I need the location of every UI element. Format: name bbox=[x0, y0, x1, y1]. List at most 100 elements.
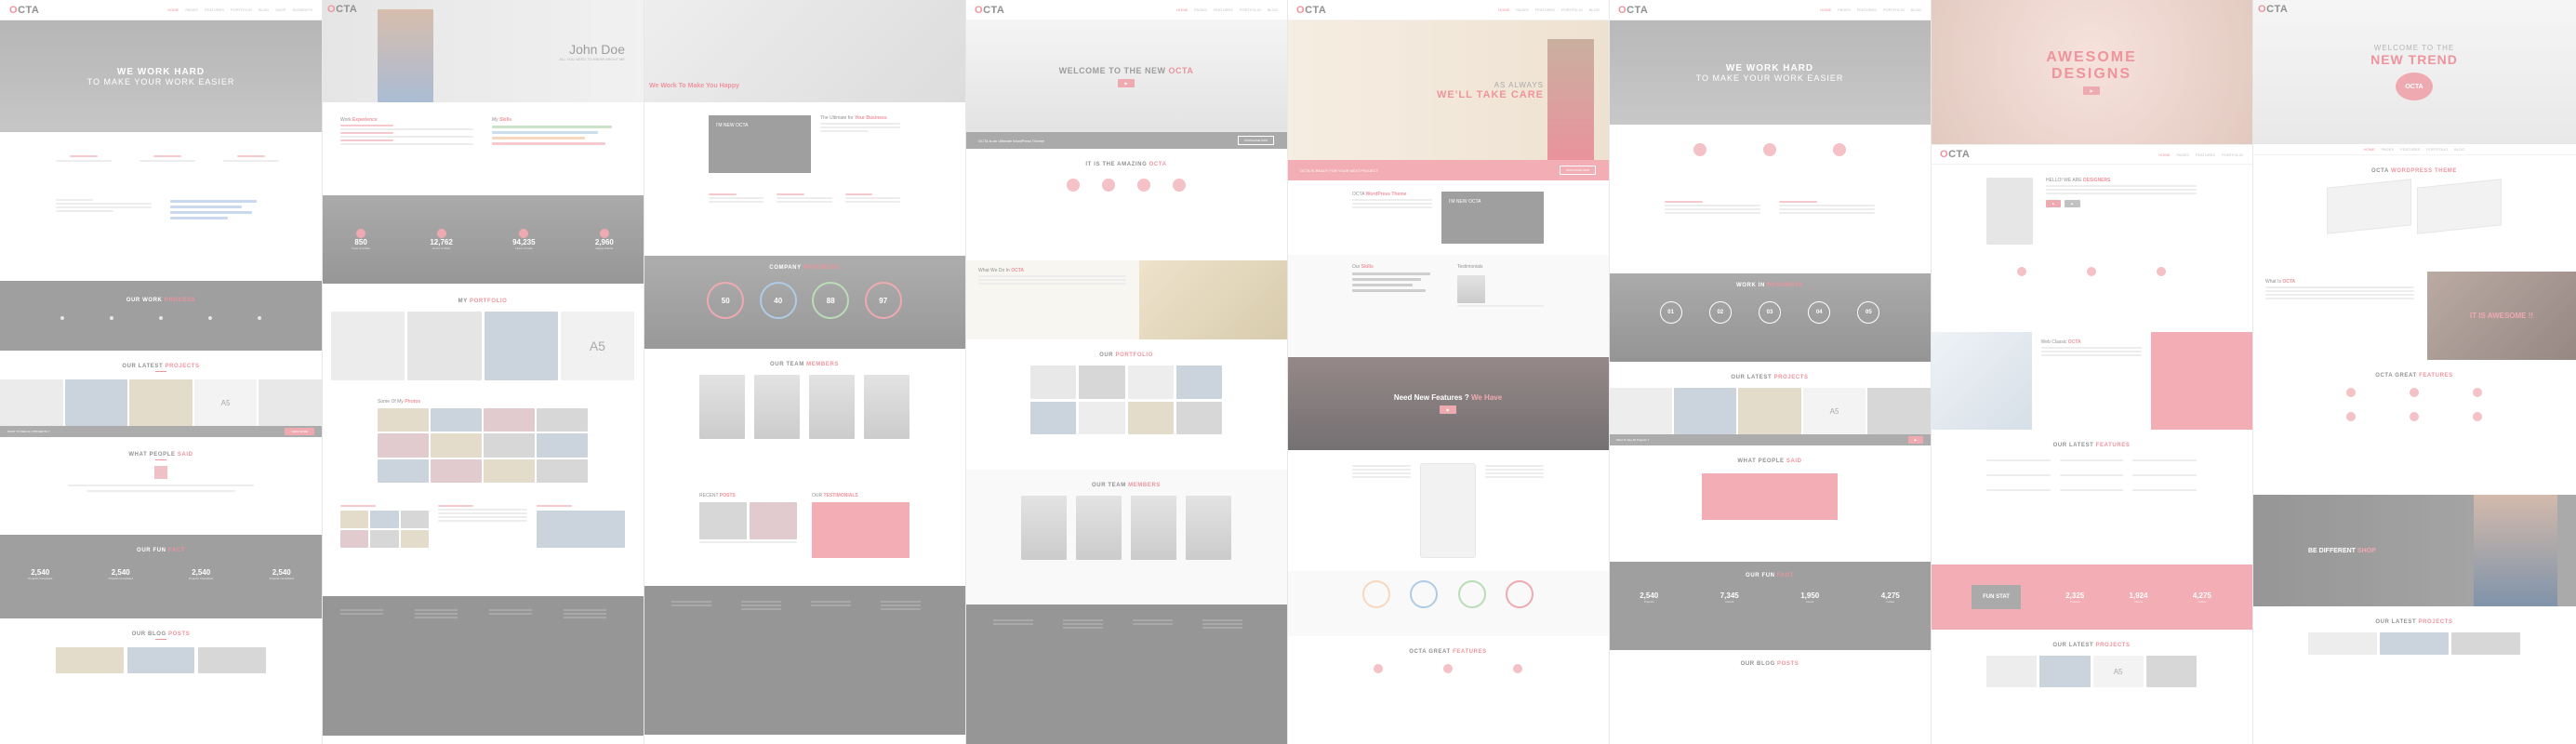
blog-section: OUR BLOG POSTS bbox=[1740, 661, 1799, 667]
hero-title: WE WORK HARD bbox=[116, 66, 206, 77]
nav-item-home[interactable]: Home bbox=[167, 7, 179, 12]
skills-contact bbox=[1609, 190, 1931, 273]
team-section: OUR TEAM MEMBERS bbox=[644, 349, 965, 484]
blog-widgets bbox=[322, 494, 644, 596]
intro-section: I'M NEW OCTA The Ultimate for Your Busin… bbox=[644, 102, 965, 186]
new-octa-badge: I'M NEW OCTA bbox=[709, 115, 811, 173]
team-section: OUR TEAM MEMBERS bbox=[965, 470, 1287, 604]
purchase-button[interactable]: PURCHASE NOW bbox=[1238, 136, 1274, 145]
hero-banner: WE WORK HARD TO MAKE YOUR WORK EASIER bbox=[1609, 20, 1931, 125]
stats-section: 850 Cups of Coffee 12,762 Hours of Work 94… bbox=[322, 195, 644, 284]
hero-banner: AWESOME DESIGNS ▶ bbox=[1931, 0, 2252, 144]
services bbox=[1609, 125, 1931, 190]
great-features: OCTA GREAT FEATURES bbox=[2252, 360, 2576, 495]
profile-tagline: ALL YOU NEED TO KNOW ABOUT ME bbox=[559, 56, 625, 61]
projects-section: OUR LATEST PROJECTS A5 WANT TO SEE ALL P… bbox=[0, 351, 322, 437]
hero-button[interactable]: ▶ bbox=[1118, 78, 1135, 87]
profile-hero: OCTA John Doe ALL YOU NEED TO KNOW ABOUT… bbox=[322, 0, 644, 102]
ready-banner: OCTA IS READY FOR YOUR NEXT PROJECT PURC… bbox=[1287, 160, 1609, 180]
site-header: OCTA Home Pages Features Portfolio Blog bbox=[1287, 0, 1609, 20]
hello-section: HELLO! WE ARE DESIGNERS ▶ ▶ bbox=[1931, 165, 2252, 258]
what-we-do: What We Do In OCTA bbox=[965, 260, 1287, 339]
progress-section: COMPANY PROGRESS 50 40 88 97 bbox=[644, 256, 965, 349]
progress-ring-4: 97 bbox=[864, 282, 902, 319]
experience-skills: Work Experience My Skills bbox=[322, 102, 644, 195]
progress-ring-1: 50 bbox=[707, 282, 745, 319]
latest-projects: OUR LATEST PROJECTS bbox=[2252, 606, 2576, 662]
hero-banner: AS ALWAYS WE'LL TAKE CARE bbox=[1287, 20, 1609, 160]
cta-text: WANT TO SEE ALL PROJECTS ? bbox=[7, 430, 50, 433]
hero-banner: WE WORK HARD TO MAKE YOUR WORK EASIER bbox=[0, 20, 322, 132]
amazing-section: IT IS THE AMAZING OCTA bbox=[965, 149, 1287, 260]
funfact-section: OUR FUN FACT 2,540 Projects 7,345 Clients … bbox=[1609, 562, 1931, 650]
progress-ring-2: 40 bbox=[759, 282, 797, 319]
layout-preview-7[interactable]: AWESOME DESIGNS ▶ OCTA Home Pages Features… bbox=[1931, 0, 2252, 744]
layout-preview-5[interactable]: OCTA Home Pages Features Portfolio Blog AS A… bbox=[1287, 0, 1609, 744]
footer bbox=[644, 586, 965, 735]
site-header: OCTA Home Pages Features Portfolio Blog bbox=[965, 0, 1287, 20]
be-different: BE DIFFERENT SHOP bbox=[2252, 495, 2576, 606]
great-features: OCTA GREAT FEATURES bbox=[1287, 636, 1609, 683]
site-header: OCTA Home Pages Features Portfolio Blog … bbox=[0, 0, 322, 20]
nav-item-elements[interactable]: Elements bbox=[292, 7, 312, 12]
portfolio-section: OUR PORTFOLIO bbox=[965, 339, 1287, 470]
layout-preview-1[interactable]: OCTA Home Pages Features Portfolio Blog … bbox=[0, 0, 322, 744]
latest-features: OUR LATEST FEATURES bbox=[1931, 430, 2252, 565]
features-cta: Need New Features ? We Have ▶ bbox=[1287, 357, 1609, 450]
model-photo bbox=[2474, 495, 2557, 606]
hero-banner: We Work To Make You Happy bbox=[644, 0, 965, 102]
photos-section: Some Of My Photos bbox=[322, 388, 644, 494]
work-process-section: OUR WORK PROCESS bbox=[0, 281, 322, 351]
what-is-octa: What Is OCTA IT IS AWESOME !! bbox=[2252, 272, 2576, 360]
blog-section: OUR BLOG POSTS bbox=[0, 618, 322, 679]
projects-section: OUR LATEST PROJECTS A5 Want To See All P… bbox=[1609, 362, 1931, 445]
layout-preview-4[interactable]: OCTA Home Pages Features Portfolio Blog WELC… bbox=[965, 0, 1287, 744]
skills-testimonials: Our Skills Testimonials bbox=[1287, 255, 1609, 357]
icon-row bbox=[1931, 258, 2252, 332]
layout-preview-8[interactable]: OCTA WELCOME TO THE NEW TREND OCTA Home P… bbox=[2252, 0, 2576, 744]
service-icons bbox=[0, 132, 322, 188]
testimonial-section: WHAT PEOPLE SAID bbox=[0, 437, 322, 535]
features-list bbox=[1287, 450, 1609, 571]
wp-theme-section: OCTA WordPress Theme I'M NEW OCTA bbox=[1287, 180, 1609, 255]
progress-rings bbox=[1287, 571, 1609, 636]
features-row bbox=[644, 186, 965, 256]
hero-title: We Work To Make You Happy bbox=[649, 83, 739, 89]
skills-block bbox=[0, 188, 322, 281]
layout-preview-6[interactable]: OCTA Home Pages Features Portfolio Blog WE W… bbox=[1609, 0, 1931, 744]
process-section: WORK IN PROGRESS 01 02 03 04 05 bbox=[1609, 273, 1931, 362]
nav-item-features[interactable]: Features bbox=[205, 7, 224, 12]
profile-photo bbox=[378, 9, 433, 102]
site-header: OCTA Home Pages Features Portfolio Blog bbox=[1609, 0, 1931, 20]
hero-subtitle: TO MAKE YOUR WORK EASIER bbox=[86, 76, 235, 86]
portfolio-section: MY PORTFOLIO A5 bbox=[322, 284, 644, 388]
nav-item-portfolio[interactable]: Portfolio bbox=[231, 7, 252, 12]
progress-ring-3: 88 bbox=[812, 282, 850, 319]
hero-banner: OCTA WELCOME TO THE NEW TREND OCTA bbox=[2252, 0, 2576, 144]
web-classic: Web Classic OCTA bbox=[1931, 332, 2252, 430]
view-more-button[interactable]: VIEW MORE bbox=[285, 428, 314, 435]
nav-item-pages[interactable]: Pages bbox=[185, 7, 198, 12]
nav-item-shop[interactable]: Shop bbox=[275, 7, 285, 12]
model-photo bbox=[1547, 39, 1594, 160]
layout-preview-2[interactable]: OCTA John Doe ALL YOU NEED TO KNOW ABOUT… bbox=[322, 0, 644, 744]
footer bbox=[322, 596, 644, 736]
main-nav: Home Pages Features Portfolio Blog Shop … bbox=[167, 7, 312, 12]
hero-title: WELCOME TO THE NEW bbox=[1058, 65, 1166, 75]
purchase-button[interactable]: PURCHASE NOW bbox=[1560, 166, 1596, 175]
site-header: OCTA Home Pages Features Portfolio bbox=[1931, 144, 2252, 165]
posts-testimonials: RECENT POSTS OUR TESTIMONIALS bbox=[644, 484, 965, 586]
about-strip: OCTA is an Ultimate WordPress Theme! PUR… bbox=[965, 132, 1287, 149]
logo[interactable]: OCTA bbox=[9, 5, 39, 16]
latest-projects: OUR LATEST PROJECTS A5 bbox=[1931, 630, 2252, 695]
profile-name: John Doe bbox=[569, 41, 625, 57]
testimonial-section: WHAT PEOPLE SAID bbox=[1609, 445, 1931, 562]
layout-preview-3[interactable]: We Work To Make You Happy I'M NEW OCTA T… bbox=[644, 0, 965, 744]
hero-banner: WELCOME TO THE NEW OCTA ▶ bbox=[965, 20, 1287, 132]
main-nav: Home Pages Features Portfolio Blog bbox=[2252, 144, 2576, 155]
showcase-collage: OCTA Home Pages Features Portfolio Blog … bbox=[0, 0, 2576, 744]
footer bbox=[965, 604, 1287, 744]
nav-item-blog[interactable]: Blog bbox=[259, 7, 269, 12]
funfact-section: OUR FUN FACT 2,540 Projects Completed 2,5… bbox=[0, 535, 322, 618]
funstat-section: FUN STAT 2,325 Projects 1,924 Clients 4,27… bbox=[1931, 565, 2252, 630]
